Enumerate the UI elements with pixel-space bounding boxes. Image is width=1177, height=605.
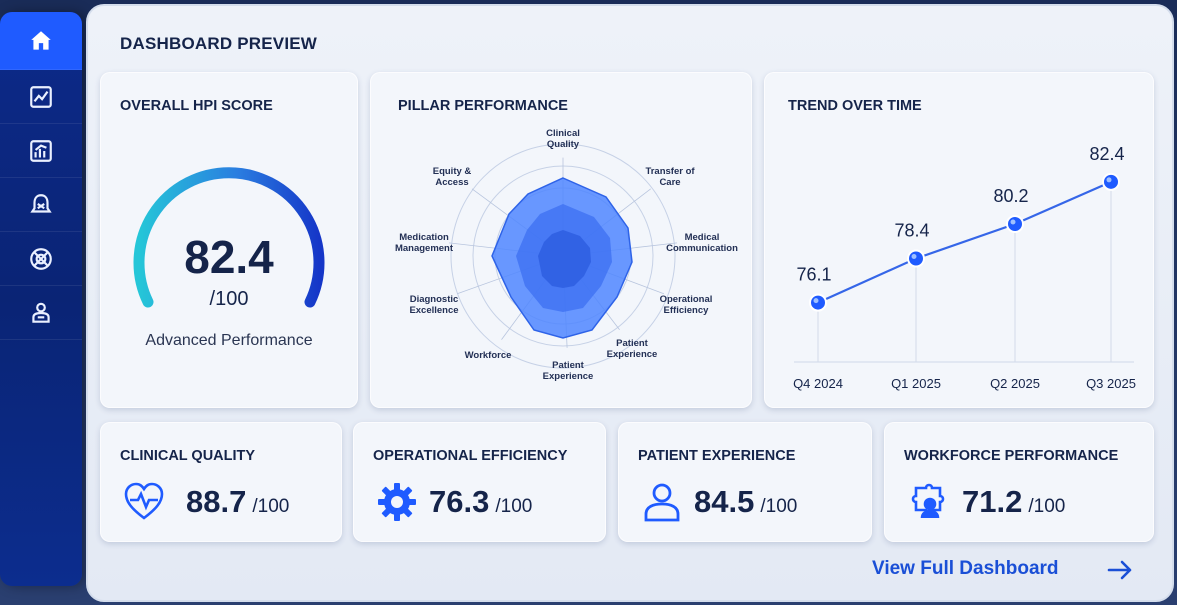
line-chart-icon [30, 85, 52, 108]
sidebar-item-analytics[interactable] [0, 124, 82, 178]
trend-point [809, 293, 827, 312]
radar-axis-label: Transfer of Care [645, 166, 695, 188]
target-icon [30, 247, 52, 270]
sidebar-item-alerts[interactable] [0, 178, 82, 232]
kpi-tile-workforce-performance[interactable]: WORKFORCE PERFORMANCE 71.2 /100 [884, 422, 1154, 542]
pillar-performance-card[interactable]: PILLAR PERFORMANCE Clinical Quality Transf… [370, 72, 752, 408]
bar-chart-icon [30, 139, 52, 162]
trend-point [1006, 215, 1024, 233]
overall-score-value: 82.4 [184, 231, 274, 283]
performance-label: Advanced Performance [145, 332, 313, 349]
trend-data-label: 76.1 [796, 265, 831, 285]
trend-point-highlight [1010, 219, 1016, 225]
view-full-dashboard-link[interactable]: View Full Dashboard [872, 558, 1059, 580]
radar-axis-label: Medication Management [395, 232, 454, 254]
sidebar-item-trends[interactable] [0, 70, 82, 124]
radar-axis-label: Clinical Quality [546, 128, 580, 150]
card-title: OVERALL HPI SCORE [120, 98, 273, 114]
person-icon [644, 483, 680, 522]
trend-point [907, 249, 925, 268]
sidebar-item-home[interactable] [0, 12, 82, 70]
sidebar-item-team[interactable] [0, 286, 82, 340]
tile-title: OPERATIONAL EFFICIENCY [373, 448, 568, 464]
tile-title: PATIENT EXPERIENCE [638, 448, 796, 464]
gear-icon [378, 483, 416, 521]
radar-axis-label: Workforce [465, 350, 512, 361]
x-tick-label: Q2 2025 [990, 376, 1040, 391]
trend-point-highlight [911, 254, 917, 259]
card-title: PILLAR PERFORMANCE [398, 98, 568, 114]
radar-axis-label: Diagnostic Excellence [409, 294, 458, 316]
dashboard-panel: DASHBOARD PREVIEW OVERALL HPI SCORE 82.4… [86, 4, 1174, 602]
trend-point-highlight [1106, 177, 1112, 183]
trend-data-label: 82.4 [1089, 144, 1124, 164]
sidebar [0, 12, 82, 586]
radar-axis-label: Patient Experience [607, 338, 658, 360]
radar-chart: Clinical Quality Transfer of Care Medical Com… [395, 128, 738, 382]
trend-data-label: 78.4 [894, 221, 929, 241]
heartbeat-icon [124, 482, 164, 520]
kpi-tile-operational-efficiency[interactable]: OPERATIONAL EFFICIENCY 76.3 /100 [353, 422, 606, 542]
kpi-tile-patient-experience[interactable]: PATIENT EXPERIENCE 84.5 /100 [618, 422, 872, 542]
radar-axis-label: Equity & Access [433, 166, 472, 188]
overall-score-max: /100 [209, 288, 249, 310]
tile-value: 88.7 /100 [186, 484, 289, 520]
team-puzzle-icon [911, 483, 945, 519]
trend-line-chart: 76.1 Q4 2024 78.4 Q1 2025 80.2 Q2 2025 82.4 Q3 … [793, 144, 1136, 391]
tile-title: WORKFORCE PERFORMANCE [904, 448, 1119, 464]
x-tick-label: Q4 2024 [793, 376, 843, 391]
x-tick-label: Q3 2025 [1086, 376, 1136, 391]
overall-score-card[interactable]: OVERALL HPI SCORE 82.4 /100 Advanced Per… [100, 72, 358, 408]
trend-point-highlight [813, 298, 819, 304]
radar-axis-label: Operational Efficiency [660, 294, 713, 316]
tile-score: 76.3 [429, 484, 490, 519]
alert-bell-icon [30, 193, 52, 213]
kpi-tile-clinical-quality[interactable]: CLINICAL QUALITY 88.7 /100 [100, 422, 342, 542]
tile-value: 84.5 /100 [694, 484, 797, 520]
tile-max: /100 [252, 496, 290, 517]
trend-point [1102, 172, 1120, 191]
trend-series-line [817, 180, 1112, 304]
page-title: DASHBOARD PREVIEW [120, 34, 318, 53]
tile-max: /100 [1028, 496, 1066, 517]
sidebar-item-goals[interactable] [0, 232, 82, 286]
trend-data-label: 80.2 [993, 186, 1028, 206]
radar-axis-label: Medical Communication [666, 232, 738, 254]
trend-card[interactable]: TREND OVER TIME 76.1 Q4 2024 78.4 Q1 2025 80… [764, 72, 1154, 408]
tile-value: 71.2 /100 [962, 484, 1065, 520]
tile-title: CLINICAL QUALITY [120, 448, 256, 464]
home-icon [31, 30, 51, 50]
tile-max: /100 [760, 496, 798, 517]
tile-score: 84.5 [694, 484, 755, 519]
x-tick-label: Q1 2025 [891, 376, 941, 391]
tile-score: 71.2 [962, 484, 1023, 519]
tile-score: 88.7 [186, 484, 247, 519]
radar-axis-label: Patient Experience [543, 360, 594, 382]
tile-max: /100 [495, 496, 533, 517]
tile-value: 76.3 /100 [429, 484, 532, 520]
arrow-right-icon[interactable] [1106, 558, 1134, 582]
team-icon [32, 302, 50, 323]
